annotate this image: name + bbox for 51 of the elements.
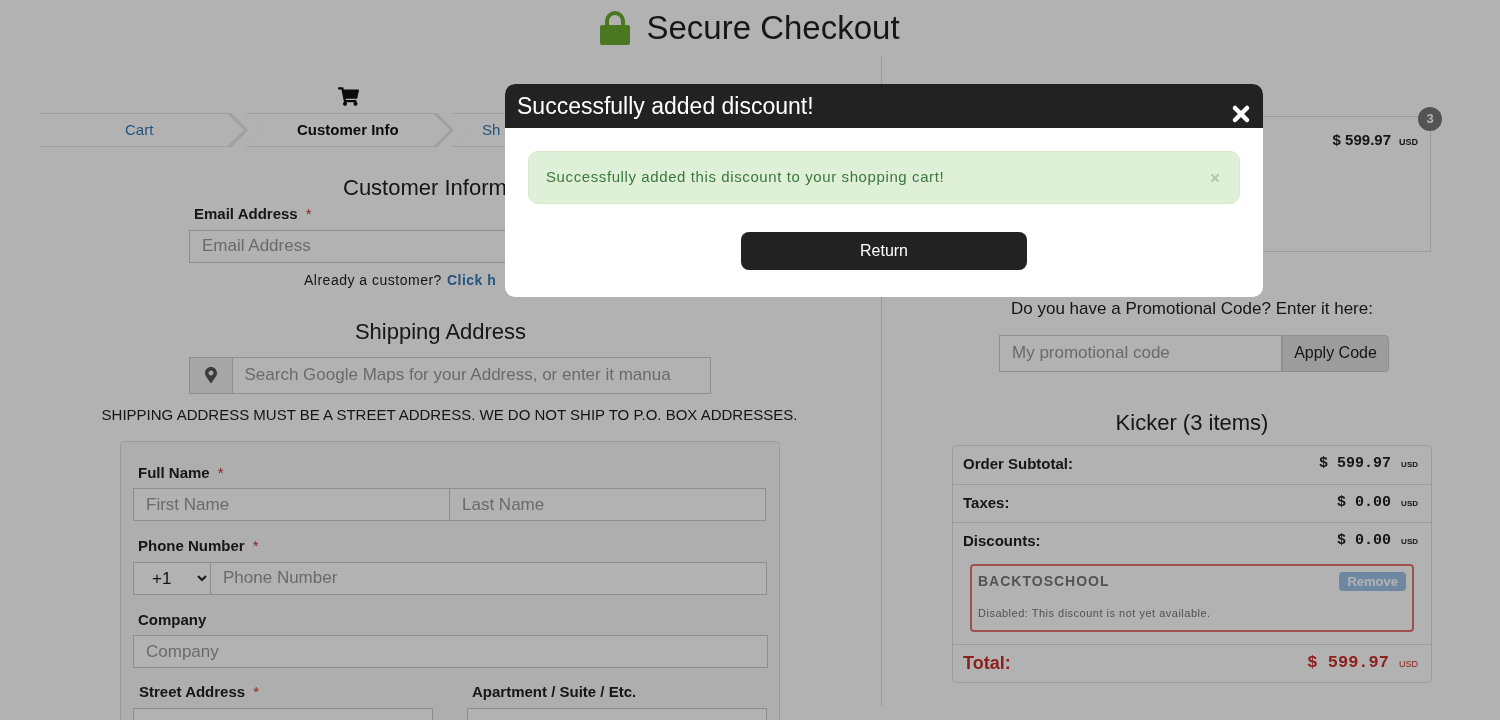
- summary-label: Order Subtotal:: [963, 454, 1073, 475]
- login-link[interactable]: Click h: [446, 269, 497, 291]
- item-price: $ 599.97: [1332, 130, 1391, 150]
- page-title: Secure Checkout: [646, 8, 900, 49]
- input-field[interactable]: My promotional code: [999, 334, 1282, 372]
- promo-prompt: Do you have a Promotional Code? Enter it here:: [1011, 299, 1373, 318]
- field-label: Phone Number: [138, 536, 245, 556]
- required-mark: *: [217, 462, 224, 483]
- checkout-step[interactable]: Customer Info: [246, 113, 454, 147]
- discount-code: BACKTOSCHOOL: [978, 571, 1110, 591]
- lock-icon: [600, 11, 631, 45]
- field-label: Apartment / Suite / Etc.: [472, 682, 637, 702]
- order-title: Kicker (3 items): [1115, 409, 1269, 435]
- address-search-field[interactable]: Search Google Maps for your Address, or enter it manua: [231, 356, 711, 394]
- currency-label: USD: [1401, 535, 1418, 548]
- input-field[interactable]: Company: [133, 635, 768, 668]
- summary-label: Discounts:: [963, 530, 1041, 551]
- input-field[interactable]: Last Name: [449, 488, 766, 521]
- currency-label: USD: [1399, 136, 1418, 149]
- field-label: Street Address: [139, 682, 246, 702]
- map-pin-icon: [203, 367, 218, 383]
- apply-code-button[interactable]: Apply Code: [1282, 334, 1389, 372]
- summary-label: Taxes:: [963, 492, 1010, 513]
- summary-amount: $ 599.97: [1319, 454, 1392, 475]
- summary-amount: $ 0.00: [1337, 530, 1392, 551]
- field-label: Full Name: [138, 462, 210, 483]
- checkout-step[interactable]: Cart: [40, 113, 248, 147]
- section-heading: Customer Inform: [343, 175, 507, 200]
- currency-label: USD: [1399, 658, 1418, 672]
- login-prompt: Already a customer?: [304, 270, 442, 290]
- shipping-notice: SHIPPING ADDRESS MUST BE A STREET ADDRESS. WE DO NOT SHIP TO P.O. BOX ADDRESSES.: [101, 405, 798, 423]
- discount-message: Disabled: This discount is not yet available.: [978, 606, 1211, 619]
- required-mark: *: [305, 204, 312, 224]
- field-label: Email Address: [194, 204, 298, 224]
- summary-amount: $ 0.00: [1337, 492, 1392, 513]
- total-amount: $ 599.97: [1307, 652, 1389, 675]
- item-count-badge: 3: [1418, 107, 1442, 131]
- input-field[interactable]: First Name: [133, 488, 450, 521]
- input-field[interactable]: Phone Number: [210, 561, 767, 595]
- total-label: Total:: [963, 651, 1011, 675]
- currency-label: USD: [1401, 459, 1418, 472]
- required-mark: *: [253, 682, 259, 702]
- return-button[interactable]: Return: [741, 232, 1027, 270]
- alert-message: Successfully added this discount to your shopping cart!: [546, 167, 945, 188]
- currency-label: USD: [1401, 497, 1418, 510]
- section-heading: Shipping Address: [354, 318, 527, 344]
- modal-title: Successfully added discount!: [517, 91, 814, 121]
- field-label: Company: [138, 609, 207, 630]
- required-mark: *: [252, 536, 259, 556]
- cart-icon: [338, 86, 359, 107]
- country-code-select[interactable]: +1: [133, 561, 211, 595]
